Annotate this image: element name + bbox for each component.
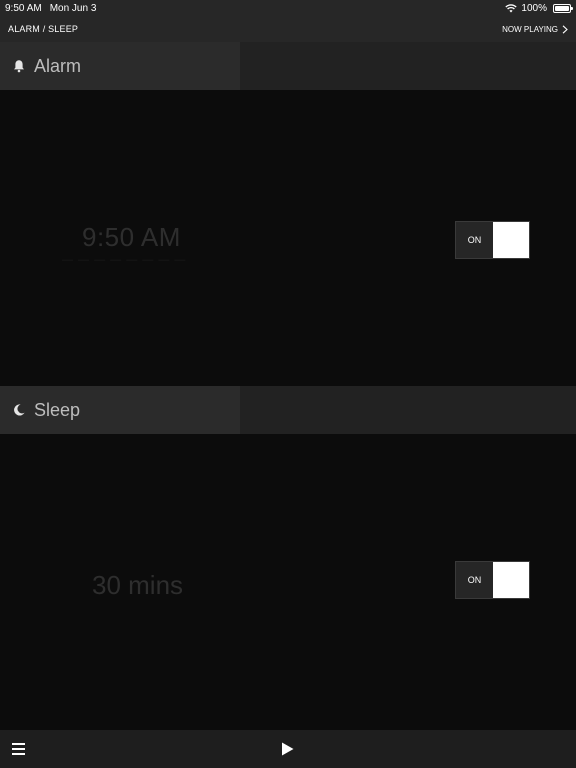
sleep-section-header: Sleep [0, 386, 576, 434]
page-title: ALARM / SLEEP [8, 24, 79, 34]
sleep-panel: 30 mins ON [0, 434, 576, 730]
alarm-header-label: Alarm [34, 55, 82, 76]
alarm-sleep-screen: 9:50 AM Mon Jun 3 100% ALARM / SLEEP NOW… [0, 0, 576, 768]
alarm-time[interactable]: 9:50 AM [82, 222, 181, 253]
bottom-toolbar [0, 730, 576, 768]
moon-icon [14, 404, 25, 416]
status-right: 100% [505, 2, 573, 14]
battery-percent: 100% [521, 2, 547, 14]
wifi-icon [505, 3, 518, 12]
bell-icon [14, 60, 24, 73]
sleep-toggle[interactable]: ON [455, 561, 530, 599]
alarm-toggle[interactable]: ON [455, 221, 530, 259]
sleep-tab[interactable]: Sleep [0, 386, 240, 434]
now-playing-label: NOW PLAYING [502, 24, 558, 34]
status-time: 9:50 AM [5, 2, 42, 14]
sleep-toggle-knob [493, 562, 529, 598]
chevron-right-icon [562, 24, 568, 34]
alarm-panel: 9:50 AM — — — — — — — — ON [0, 90, 576, 386]
play-icon[interactable] [281, 742, 294, 756]
sleep-toggle-label: ON [456, 562, 493, 598]
sleep-duration[interactable]: 30 mins [92, 570, 183, 601]
now-playing-button[interactable]: NOW PLAYING [502, 25, 568, 34]
alarm-toggle-label: ON [456, 222, 493, 258]
menu-icon[interactable] [12, 742, 25, 756]
alarm-section-header: Alarm [0, 42, 576, 90]
status-left: 9:50 AM Mon Jun 3 [5, 3, 96, 14]
sleep-header-label: Sleep [34, 399, 81, 420]
alarm-tab[interactable]: Alarm [0, 42, 240, 90]
status-bar: 9:50 AM Mon Jun 3 100% [0, 0, 576, 16]
alarm-toggle-knob [493, 222, 529, 258]
status-date: Mon Jun 3 [49, 2, 97, 14]
battery-icon [553, 3, 573, 13]
nav-bar: ALARM / SLEEP NOW PLAYING [0, 16, 576, 42]
alarm-repeat-days: — — — — — — — — [62, 254, 187, 266]
